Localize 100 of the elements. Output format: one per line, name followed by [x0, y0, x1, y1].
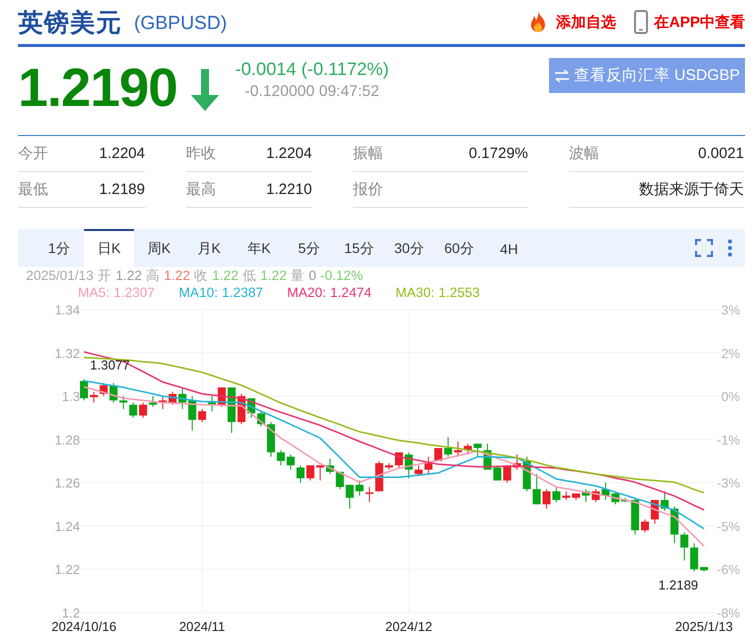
percent-axis-label: -8% — [716, 606, 740, 620]
ohlc-value: 1.22 — [164, 267, 190, 284]
stat-value: 1.2189 — [99, 181, 145, 198]
candlestick — [650, 499, 659, 524]
candlestick — [365, 486, 374, 503]
add-favorite-link[interactable]: 添加自选 — [556, 12, 616, 32]
period-tab[interactable]: 周K — [134, 229, 184, 267]
period-tab[interactable]: 日K — [84, 229, 134, 267]
stat-value: 1.2210 — [266, 181, 312, 198]
x-axis-label: 2025/1/13 — [675, 619, 733, 632]
y-axis-label: 1.2 — [62, 606, 80, 620]
candlestick — [316, 464, 324, 481]
y-axis-label: 1.34 — [54, 302, 80, 318]
candlestick — [100, 382, 108, 397]
percent-axis-label: -1% — [716, 432, 740, 448]
candlestick — [306, 464, 314, 481]
percent-axis-label: 3% — [721, 302, 740, 318]
candlestick — [80, 378, 88, 401]
candlestick — [464, 443, 472, 455]
x-axis-label: 2024/10/16 — [51, 619, 117, 632]
fullscreen-icon[interactable] — [695, 239, 713, 257]
candlestick — [198, 408, 206, 423]
candlestick — [404, 452, 413, 479]
candlestick — [129, 402, 138, 418]
stat-label: 最高 — [186, 180, 216, 199]
period-tab[interactable]: 30分 — [384, 229, 434, 267]
legend-label: MA10: — [178, 284, 218, 301]
price-annotation: 1.2189 — [658, 577, 698, 592]
candlestick — [208, 396, 216, 412]
y-axis-label: 1.26 — [54, 476, 80, 491]
candlestick — [326, 458, 334, 474]
ohlc-label: 量 — [290, 267, 305, 284]
candlestick — [552, 486, 560, 503]
candlestick — [375, 460, 384, 492]
current-price: 1.2190 — [18, 57, 178, 119]
candlestick — [562, 490, 570, 500]
period-tab[interactable]: 5分 — [284, 229, 334, 267]
candlestick — [148, 396, 157, 408]
candlestick — [336, 471, 344, 490]
candlestick — [139, 402, 148, 418]
ohlc-value: 1.22 — [212, 267, 238, 284]
candlestick — [621, 497, 630, 503]
change-percent: -0.12% — [320, 267, 363, 284]
y-axis-label: 1.28 — [54, 432, 80, 448]
percent-axis-label: -5% — [716, 518, 740, 534]
stat-label: 最低 — [18, 180, 48, 199]
candlestick — [592, 488, 600, 503]
ohlc-label: 低 — [242, 267, 256, 284]
more-icon[interactable] — [727, 239, 733, 257]
stat-label: 振幅 — [353, 144, 383, 163]
phone-icon — [634, 10, 648, 34]
stat-value: 1.2204 — [99, 145, 145, 162]
period-tab[interactable]: 4H — [484, 229, 534, 267]
legend-value: 1.2553 — [438, 284, 480, 301]
currency-code: (GBPUSD) — [134, 12, 227, 34]
stat-label: 报价 — [353, 180, 383, 199]
candle-date: 2025/01/13 — [26, 267, 94, 284]
candlestick — [690, 542, 698, 572]
x-axis-label: 2024/11 — [179, 619, 226, 632]
ohlc-value: 0 — [308, 267, 316, 284]
ohlc-label: 高 — [146, 267, 160, 284]
candlestick — [542, 488, 551, 510]
percent-axis-label: -6% — [716, 562, 740, 578]
period-tab[interactable]: 15分 — [334, 229, 384, 267]
legend-label: MA5: — [78, 284, 110, 301]
candlestick — [247, 398, 256, 418]
open-in-app-link[interactable]: 在APP中查看 — [654, 12, 745, 32]
candlestick — [276, 450, 285, 466]
swap-icon — [554, 68, 570, 82]
stat-label: 波幅 — [569, 144, 599, 163]
candlestick — [356, 480, 364, 496]
candlestick — [484, 443, 492, 470]
candlestick — [503, 464, 512, 484]
candlestick — [444, 436, 452, 458]
candlestick — [434, 448, 442, 462]
legend-label: MA30: — [395, 284, 434, 301]
legend-value: 1.2307 — [114, 284, 155, 301]
candlestick — [296, 464, 304, 484]
y-axis-label: 1.32 — [54, 346, 80, 361]
percent-axis-label: 2% — [721, 346, 740, 361]
candlestick — [188, 396, 196, 432]
candlestick — [493, 464, 502, 481]
candlestick — [158, 396, 167, 410]
period-tab[interactable]: 年K — [234, 229, 284, 267]
candlestick — [474, 443, 482, 458]
stat-label: 今开 — [18, 144, 48, 163]
candlestick — [532, 473, 541, 505]
candlestick — [90, 391, 98, 404]
y-axis-label: 1.24 — [54, 518, 80, 534]
stat-value: 数据来源于倚天 — [639, 180, 744, 199]
period-tab[interactable]: 60分 — [434, 229, 484, 267]
ohlc-value: 1.22 — [116, 267, 142, 284]
candlestick — [700, 566, 708, 572]
period-tab[interactable]: 月K — [184, 229, 234, 267]
x-axis-label: 2024/12 — [385, 619, 432, 632]
ohlc-label: 开 — [98, 267, 112, 284]
legend-label: MA20: — [287, 284, 326, 301]
candlestick — [680, 532, 688, 562]
period-tab[interactable]: 1分 — [34, 229, 84, 267]
legend-value: 1.2474 — [330, 284, 372, 301]
